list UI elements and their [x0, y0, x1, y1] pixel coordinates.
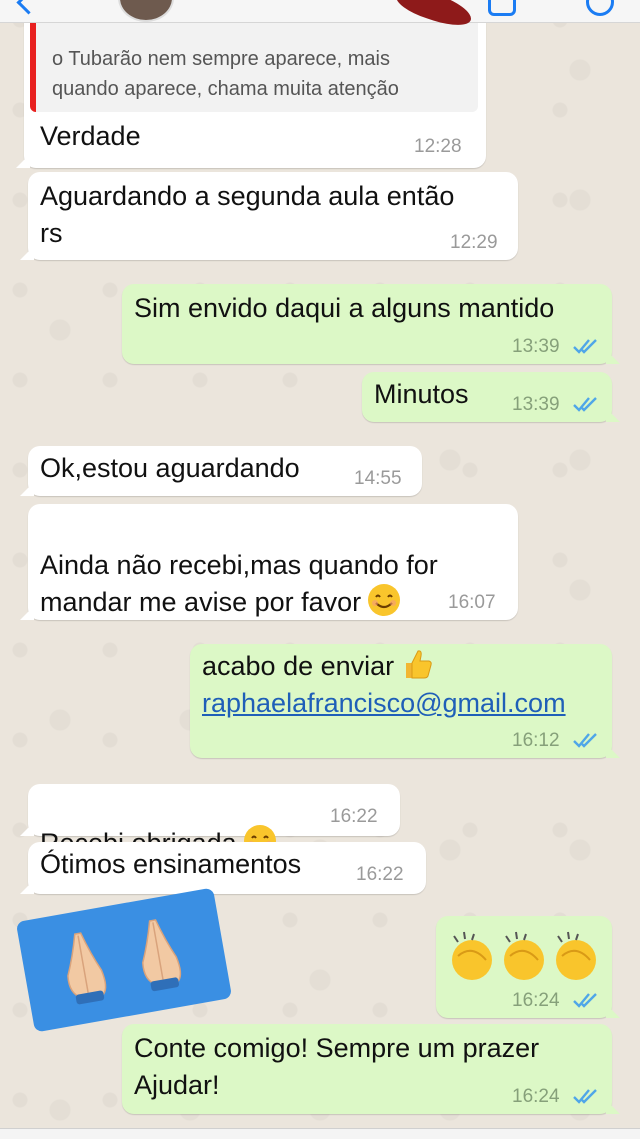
- quoted-message-text: o Tubarão nem sempre aparece, mais quand…: [52, 48, 399, 100]
- message-time: 16:22: [356, 864, 404, 885]
- contact-avatar[interactable]: [118, 0, 174, 22]
- input-bar-edge: [0, 1128, 640, 1139]
- message-bubble-outgoing[interactable]: 16:24: [436, 916, 620, 1018]
- message-time: 13:39: [512, 394, 560, 415]
- message-text: Conte comigo! Sempre um prazer Ajudar!: [134, 1033, 540, 1100]
- message-time: 12:28: [414, 136, 462, 157]
- message-time: 12:29: [450, 232, 498, 253]
- message-bubble-incoming[interactable]: Aguardando a segunda aula então rs 12:29: [20, 172, 518, 260]
- message-text: Aguardando a segunda aula então rs: [40, 181, 455, 248]
- message-text: acabo de enviar raphaelafrancisco@gmail.…: [202, 648, 566, 722]
- clapping-hands-icon: [452, 931, 596, 980]
- message-bubble-incoming[interactable]: o Tubarão nem sempre aparece, mais quand…: [16, 10, 486, 168]
- message-bubble-outgoing[interactable]: Sim envido daqui a alguns mantido 13:39: [122, 284, 620, 364]
- read-receipt-icon: [573, 733, 597, 748]
- message-time: 16:22: [330, 806, 378, 827]
- message-text: Ótimos ensinamentos: [40, 849, 302, 879]
- message-text: Verdade: [40, 121, 141, 151]
- read-receipt-icon: [573, 339, 597, 354]
- message-bubble-outgoing[interactable]: Minutos 13:39: [362, 372, 620, 422]
- email-link[interactable]: raphaelafrancisco@gmail.com: [202, 688, 566, 718]
- message-time: 16:12: [512, 730, 560, 751]
- message-bubble-incoming[interactable]: Ótimos ensinamentos 16:22: [20, 842, 426, 894]
- message-text: Ainda não recebi,mas quando for mandar m…: [40, 510, 438, 621]
- smile-icon: [368, 583, 401, 616]
- message-bubble-incoming[interactable]: Ok,estou aguardando 14:55: [20, 446, 422, 496]
- message-bubble-outgoing[interactable]: acabo de enviar raphaelafrancisco@gmail.…: [190, 644, 620, 758]
- read-receipt-icon: [573, 993, 597, 1008]
- message-text: Ok,estou aguardando: [40, 453, 300, 483]
- message-text: Sim envido daqui a alguns mantido: [134, 293, 555, 323]
- quoted-message[interactable]: o Tubarão nem sempre aparece, mais quand…: [30, 16, 478, 112]
- video-call-icon[interactable]: [488, 0, 516, 16]
- message-text-body: acabo de enviar: [202, 651, 395, 681]
- message-text: Minutos: [374, 379, 469, 409]
- back-chevron-icon[interactable]: [16, 0, 41, 15]
- message-time: 14:55: [354, 468, 402, 489]
- message-bubble-incoming[interactable]: Ainda não recebi,mas quando for mandar m…: [20, 504, 518, 621]
- message-time: 16:24: [512, 990, 560, 1011]
- chat-header: [0, 0, 640, 32]
- read-receipt-icon: [573, 397, 597, 412]
- read-receipt-icon: [573, 1089, 597, 1104]
- message-bubble-outgoing[interactable]: Conte comigo! Sempre um prazer Ajudar! 1…: [122, 1024, 620, 1114]
- message-bubble-incoming[interactable]: Recebi,obrigada 16:22: [20, 784, 400, 858]
- voice-call-icon[interactable]: [586, 0, 614, 16]
- message-time: 13:39: [512, 336, 560, 357]
- message-time: 16:07: [448, 592, 496, 613]
- quote-indicator-bar: [30, 16, 36, 112]
- thumbs-up-icon: [406, 650, 432, 679]
- message-time: 16:24: [512, 1086, 560, 1107]
